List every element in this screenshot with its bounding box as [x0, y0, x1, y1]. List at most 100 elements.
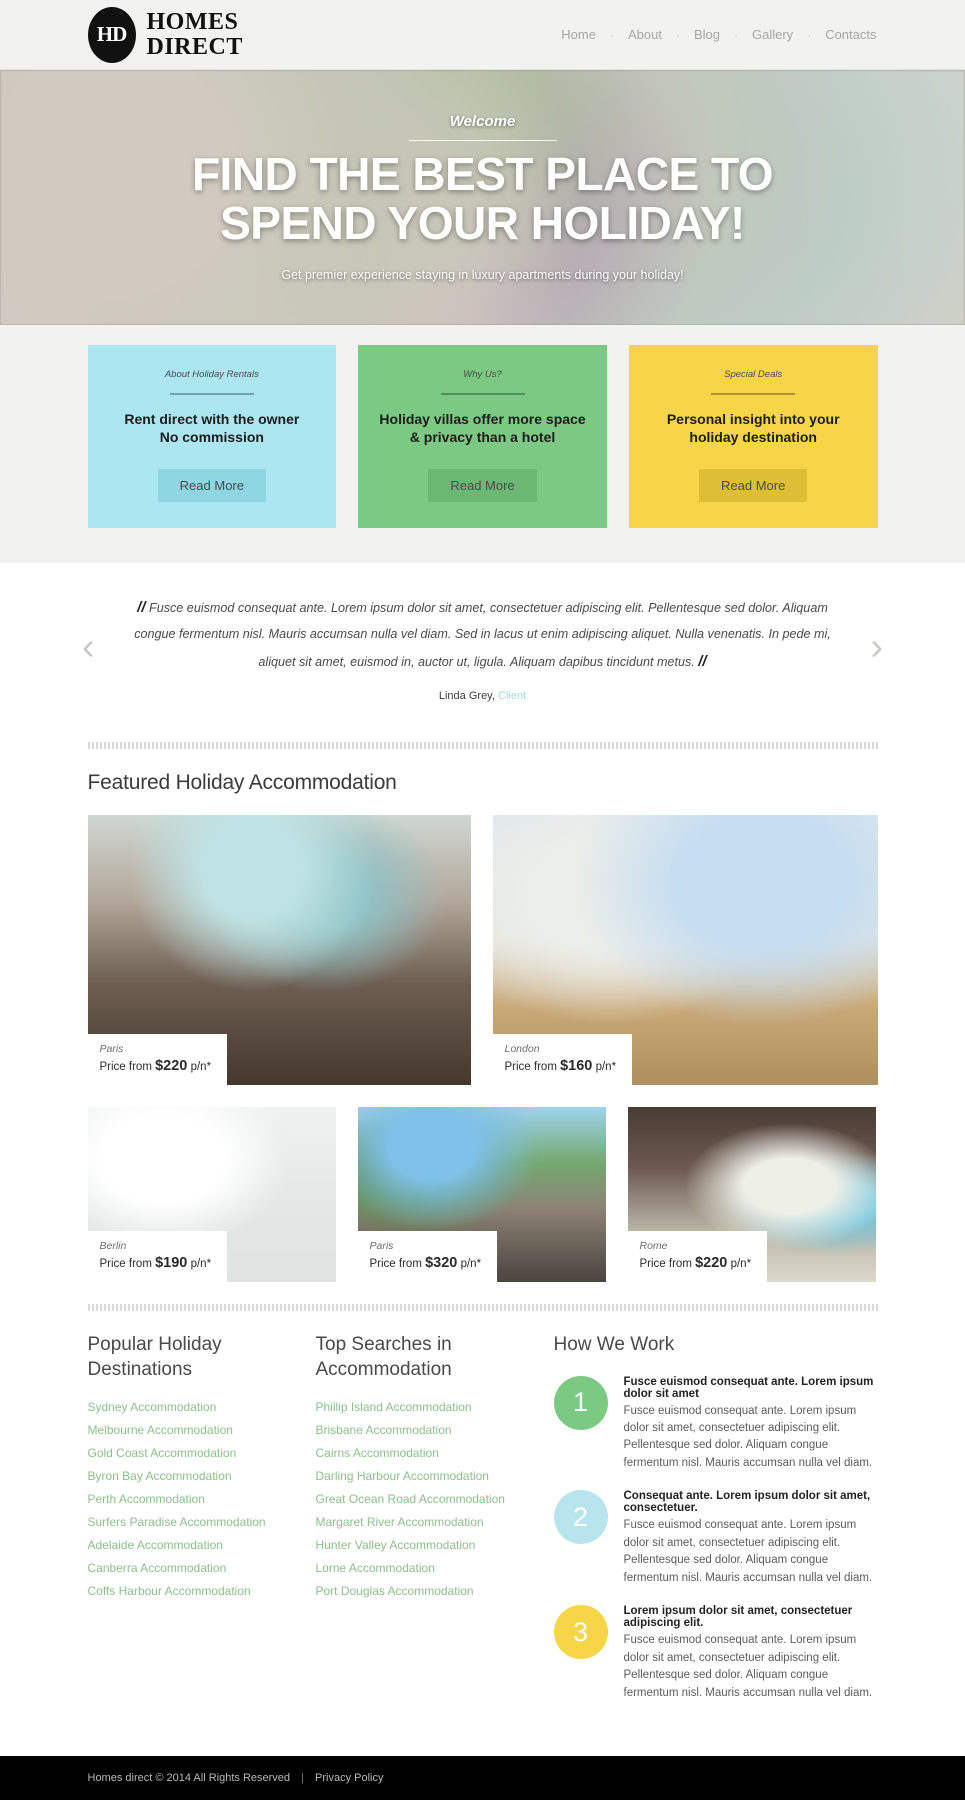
testimonial-slider: ‹ › // Fusce euismod consequat ante. Lor… — [0, 562, 965, 724]
step-text: Fusce euismod consequat ante. Lorem ipsu… — [623, 1634, 873, 1699]
read-more-button-special-deals[interactable]: Read More — [699, 468, 808, 502]
testimonial-prev-arrow-icon[interactable]: ‹ — [82, 628, 95, 666]
feature-text-line-2: No commission — [159, 428, 264, 445]
feature-box-title: Special Deals — [724, 369, 783, 380]
destination-link[interactable]: Gold Coast Accommodation — [88, 1446, 288, 1460]
feature-text-line-1: Rent direct with the owner — [124, 411, 300, 427]
hero-title: FIND THE BEST PLACE TO SPEND YOUR HOLIDA… — [191, 148, 774, 249]
step-text: Fusce euismod consequat ante. Lorem ipsu… — [623, 1519, 873, 1584]
nav-separator-icon: · — [609, 27, 614, 42]
property-price: Price from $320 p/n* — [370, 1255, 482, 1271]
destination-link[interactable]: Canberra Accommodation — [88, 1561, 288, 1575]
property-price: Price from $160 p/n* — [505, 1058, 617, 1074]
how-we-work-column: How We Work 1 Fusce euismod consequat an… — [544, 1333, 878, 1720]
logo-line-1: HOMES — [146, 9, 239, 36]
featured-row-top: Paris Price from $220 p/n* London Price … — [87, 814, 878, 1085]
step-title: Fusce euismod consequat ante. Lorem ipsu… — [623, 1375, 874, 1400]
property-price-tag: Paris Price from $220 p/n* — [87, 1033, 228, 1085]
search-link[interactable]: Darling Harbour Accommodation — [316, 1469, 516, 1483]
nav-separator-icon: · — [807, 27, 812, 42]
hero-title-line-2: SPEND YOUR HOLIDAY! — [220, 197, 745, 249]
testimonial-author-role: Client — [498, 689, 527, 702]
work-step-2: 2 Consequat ante. Lorem ipsum dolor sit … — [553, 1490, 878, 1587]
step-number-badge: 1 — [553, 1375, 608, 1430]
popular-destinations-column: Popular Holiday Destinations Sydney Acco… — [88, 1333, 288, 1720]
search-link[interactable]: Port Douglas Accommodation — [316, 1584, 516, 1598]
price-suffix: p/n* — [730, 1257, 752, 1270]
read-more-button-why-us[interactable]: Read More — [428, 468, 537, 502]
logo-line-2: DIRECT — [146, 33, 243, 60]
property-card-rome[interactable]: Rome Price from $220 p/n* — [627, 1106, 876, 1282]
destination-link[interactable]: Melbourne Accommodation — [88, 1423, 288, 1437]
footer-separator-icon: | — [301, 1772, 304, 1785]
step-number-badge: 3 — [553, 1605, 608, 1660]
title-line-2: Destinations — [87, 1358, 193, 1380]
price-value: $220 — [155, 1057, 188, 1074]
search-link[interactable]: Great Ocean Road Accommodation — [316, 1492, 516, 1506]
testimonial-next-arrow-icon[interactable]: › — [870, 628, 883, 666]
property-price: Price from $220 p/n* — [100, 1058, 212, 1074]
destination-link[interactable]: Sydney Accommodation — [88, 1400, 288, 1414]
price-prefix: Price from — [99, 1257, 152, 1270]
property-city: Paris — [369, 1239, 394, 1252]
destination-link[interactable]: Byron Bay Accommodation — [88, 1469, 288, 1483]
property-card-paris-1[interactable]: Paris Price from $220 p/n* — [87, 814, 471, 1085]
nav-item-about[interactable]: About — [627, 27, 663, 42]
price-value: $160 — [560, 1057, 593, 1074]
footer-copyright: Homes direct © 2014 All Rights Reserved — [87, 1772, 291, 1785]
price-suffix: p/n* — [460, 1257, 482, 1270]
feature-box-why-us: Why Us? Holiday villas offer more space … — [358, 345, 607, 528]
read-more-button-about[interactable]: Read More — [157, 468, 266, 502]
property-price-tag: Berlin Price from $190 p/n* — [87, 1230, 228, 1282]
title-line-1: Popular Holiday — [87, 1333, 222, 1355]
site-header: HD HOMES DIRECT Home · About · Blog · Ga… — [0, 0, 965, 70]
search-link[interactable]: Margaret River Accommodation — [316, 1515, 516, 1529]
nav-item-blog[interactable]: Blog — [693, 27, 721, 42]
search-link[interactable]: Phillip Island Accommodation — [316, 1400, 516, 1414]
search-link[interactable]: Hunter Valley Accommodation — [316, 1538, 516, 1552]
property-price: Price from $190 p/n* — [100, 1255, 212, 1271]
hero-subtitle: Get premier experience staying in luxury… — [281, 267, 684, 282]
search-link[interactable]: Cairns Accommodation — [316, 1446, 516, 1460]
nav-item-home[interactable]: Home — [560, 27, 597, 42]
price-prefix: Price from — [504, 1060, 557, 1073]
feature-box-divider — [440, 393, 525, 395]
how-we-work-title: How We Work — [553, 1333, 675, 1355]
price-prefix: Price from — [639, 1257, 692, 1270]
feature-box-text: Rent direct with the owner No commission — [106, 411, 319, 447]
feature-box-text: Holiday villas offer more space & privac… — [376, 411, 589, 447]
price-value: $190 — [155, 1254, 188, 1271]
feature-box-title: Why Us? — [463, 369, 502, 380]
top-searches-column: Top Searches in Accommodation Phillip Is… — [316, 1333, 516, 1720]
price-value: $320 — [425, 1254, 458, 1271]
section-divider — [87, 741, 878, 749]
property-card-paris-2[interactable]: Paris Price from $320 p/n* — [357, 1106, 606, 1282]
property-card-london[interactable]: London Price from $160 p/n* — [492, 814, 878, 1085]
search-link[interactable]: Lorne Accommodation — [316, 1561, 516, 1575]
site-logo[interactable]: HD HOMES DIRECT — [87, 6, 243, 63]
price-prefix: Price from — [369, 1257, 422, 1270]
destination-link[interactable]: Perth Accommodation — [88, 1492, 288, 1506]
feature-boxes-section: About Holiday Rentals Rent direct with t… — [0, 325, 965, 563]
destination-link[interactable]: Adelaide Accommodation — [88, 1538, 288, 1552]
price-prefix: Price from — [99, 1060, 152, 1073]
destination-link[interactable]: Coffs Harbour Accommodation — [88, 1584, 288, 1598]
footer-privacy-link[interactable]: Privacy Policy — [315, 1772, 383, 1784]
hero-welcome-label: Welcome — [449, 113, 516, 131]
nav-item-gallery[interactable]: Gallery — [751, 27, 794, 42]
destination-link[interactable]: Surfers Paradise Accommodation — [88, 1515, 288, 1529]
search-link[interactable]: Brisbane Accommodation — [316, 1423, 516, 1437]
feature-box-divider — [711, 393, 796, 395]
property-card-berlin[interactable]: Berlin Price from $190 p/n* — [87, 1106, 336, 1282]
property-price-tag: Paris Price from $320 p/n* — [357, 1230, 498, 1282]
hero-title-line-1: FIND THE BEST PLACE TO — [191, 148, 774, 201]
main-navigation[interactable]: Home · About · Blog · Gallery · Contacts — [560, 27, 877, 42]
feature-text-line-2: holiday destination — [689, 428, 817, 445]
logo-wordmark: HOMES DIRECT — [147, 10, 243, 59]
price-suffix: p/n* — [595, 1060, 617, 1073]
nav-separator-icon: · — [734, 27, 738, 42]
bottom-columns: Popular Holiday Destinations Sydney Acco… — [88, 1333, 878, 1756]
feature-text-line-2: & privacy than a hotel — [409, 428, 556, 445]
hero-banner: Welcome FIND THE BEST PLACE TO SPEND YOU… — [0, 70, 965, 325]
nav-item-contacts[interactable]: Contacts — [824, 27, 877, 42]
